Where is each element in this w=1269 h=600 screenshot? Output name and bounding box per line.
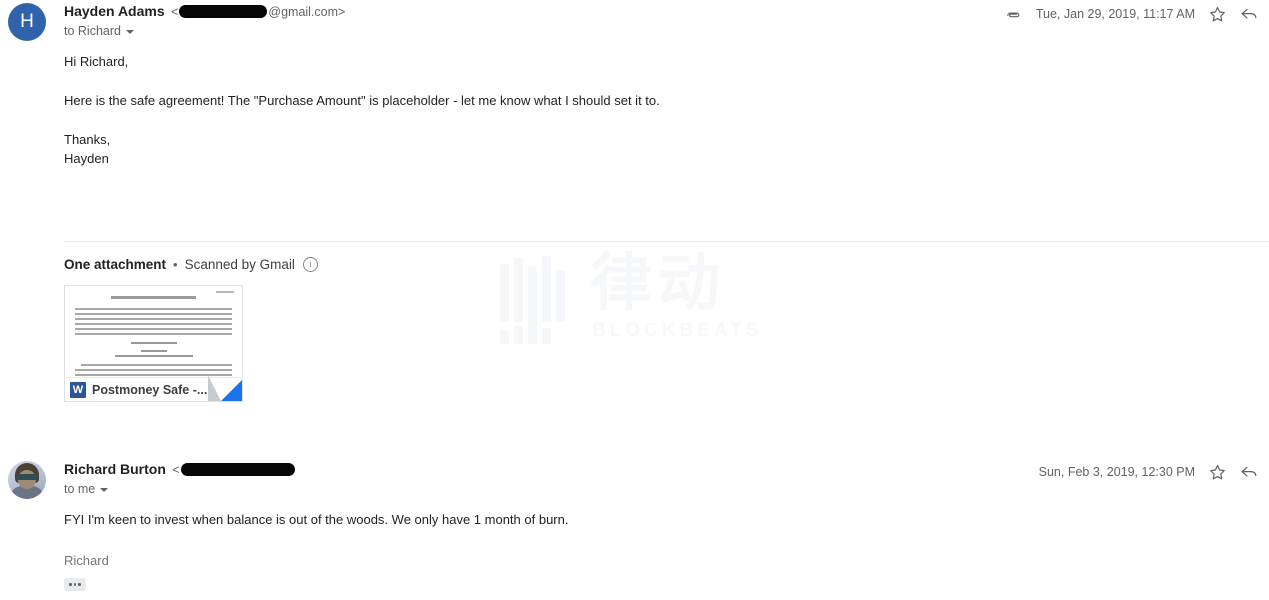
body-signoff: Thanks, Hayden — [64, 132, 111, 166]
sender-name[interactable]: Richard Burton — [64, 461, 166, 477]
fold-shadow — [208, 375, 221, 401]
attachment-card[interactable]: W Postmoney Safe -... — [64, 285, 243, 402]
recipient-label: to Richard — [64, 24, 121, 38]
fold-corner-icon — [221, 375, 242, 401]
message-meta-toolbar: Tue, Jan 29, 2019, 11:17 AM — [1004, 4, 1259, 24]
attachment-header: One attachment • Scanned by Gmail i — [64, 255, 318, 273]
message-timestamp: Tue, Jan 29, 2019, 11:17 AM — [1035, 7, 1195, 21]
body-greeting: Hi Richard, — [64, 54, 129, 69]
attachment-section: One attachment • Scanned by Gmail i W Po… — [64, 255, 318, 402]
paperclip-icon — [1004, 4, 1024, 24]
redaction-bar — [180, 463, 295, 477]
attachment-filename: Postmoney Safe -... — [92, 382, 208, 397]
attachment-divider — [64, 241, 1269, 242]
body-paragraph: FYI I'm keen to invest when balance is o… — [64, 512, 569, 527]
email-signature: Richard — [64, 553, 109, 568]
body-paragraph: Here is the safe agreement! The "Purchas… — [64, 93, 660, 108]
reply-icon[interactable] — [1239, 462, 1259, 482]
sender-name[interactable]: Hayden Adams — [64, 3, 165, 19]
recipient-line[interactable]: to me — [64, 482, 109, 496]
attachment-preview-thumbnail — [65, 286, 242, 378]
show-trimmed-content-button[interactable] — [64, 578, 86, 591]
message-meta-toolbar: Sun, Feb 3, 2019, 12:30 PM — [1039, 462, 1259, 482]
sender-header: Richard Burton < — [64, 461, 296, 479]
message-timestamp: Sun, Feb 3, 2019, 12:30 PM — [1038, 465, 1195, 479]
chevron-down-icon[interactable] — [125, 30, 134, 34]
avatar-photo — [8, 461, 46, 499]
info-icon[interactable]: i — [302, 256, 318, 272]
recipient-label: to me — [64, 482, 96, 496]
avatar-initial: H — [8, 3, 46, 41]
email-domain: @gmail.com> — [268, 5, 346, 19]
avatar[interactable] — [8, 461, 46, 499]
sender-email: < — [172, 463, 295, 477]
attachment-count-label: One attachment — [64, 256, 167, 272]
word-document-icon: W — [70, 381, 86, 398]
star-icon[interactable] — [1207, 462, 1227, 482]
redaction-bar — [179, 5, 268, 19]
watermark: 律动 BLOCKBEATS — [500, 248, 775, 353]
separator-dot: • — [173, 256, 178, 272]
email-open-bracket: < — [172, 463, 180, 477]
star-icon[interactable] — [1207, 4, 1227, 24]
chevron-down-icon[interactable] — [100, 488, 109, 492]
avatar[interactable]: H — [8, 3, 46, 41]
sender-email: < @gmail.com> — [171, 5, 345, 19]
sender-header: Hayden Adams < @gmail.com> — [64, 3, 345, 21]
reply-icon[interactable] — [1239, 4, 1259, 24]
watermark-subtitle: BLOCKBEATS — [592, 320, 763, 341]
scanned-by-gmail-label: Scanned by Gmail — [184, 256, 295, 272]
email-open-bracket: < — [171, 5, 179, 19]
watermark-logo-bars — [500, 256, 578, 344]
watermark-characters: 律动 — [590, 246, 727, 319]
recipient-line[interactable]: to Richard — [64, 24, 134, 38]
attachment-file-row[interactable]: W Postmoney Safe -... — [65, 375, 242, 401]
